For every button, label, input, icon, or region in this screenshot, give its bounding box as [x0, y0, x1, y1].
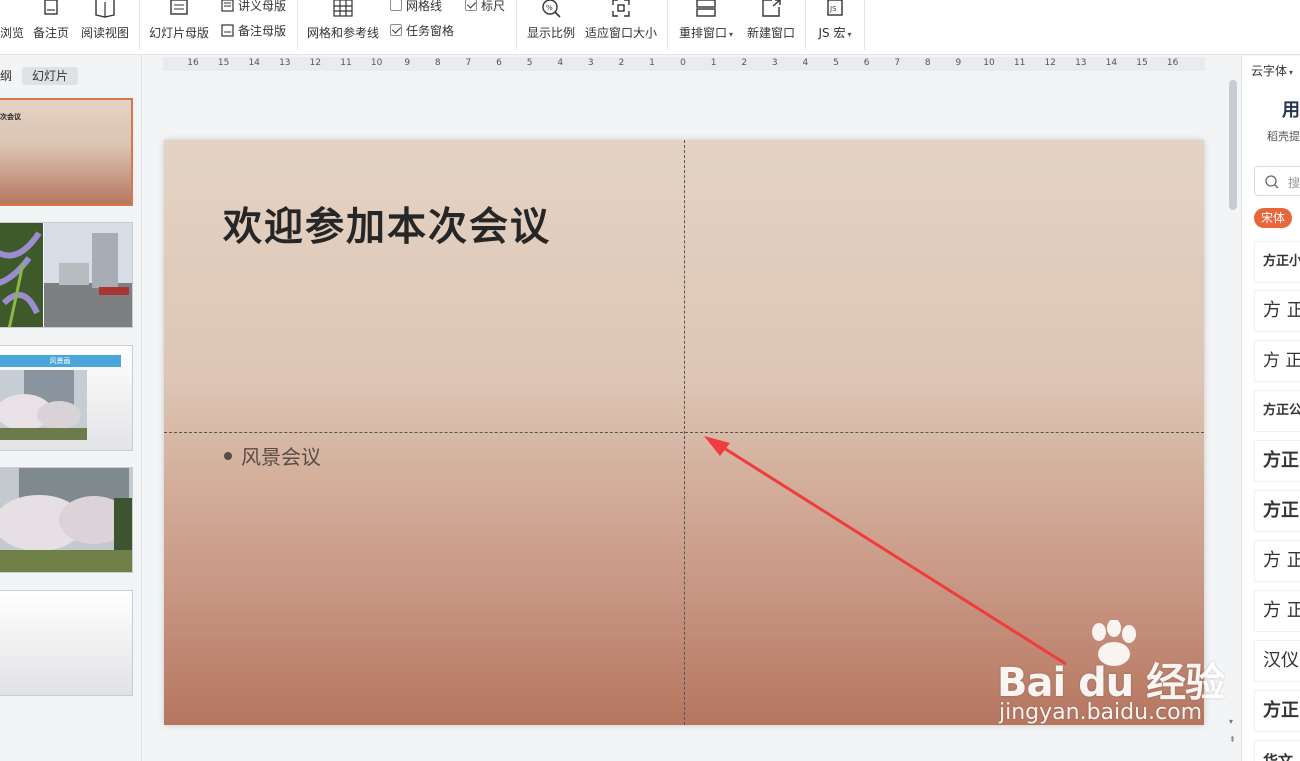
- search-placeholder: 搜: [1288, 176, 1300, 190]
- font-item[interactable]: 方 正: [1254, 290, 1300, 332]
- font-tag-songti[interactable]: 宋体: [1254, 208, 1293, 228]
- watermark-url: jingyan.baidu.com: [999, 700, 1203, 725]
- font-item[interactable]: 方正: [1254, 490, 1300, 532]
- panel-heading: 用: [1282, 100, 1300, 121]
- page-up-icon[interactable]: ⇞: [1229, 735, 1236, 744]
- font-item[interactable]: 方 正: [1254, 340, 1300, 382]
- font-item[interactable]: 方正小: [1254, 241, 1300, 283]
- font-item[interactable]: 汉仪: [1254, 640, 1300, 682]
- caret-down-icon: ▾: [1289, 68, 1294, 77]
- baidu-watermark: Bai du 经验 jingyan.baidu.com: [995, 620, 1230, 730]
- panel-subheading: 稻壳提: [1267, 130, 1300, 143]
- font-search-input[interactable]: 搜: [1254, 166, 1300, 196]
- search-icon: [1265, 175, 1279, 189]
- font-item[interactable]: 华文: [1254, 740, 1300, 761]
- font-item[interactable]: 方正公: [1254, 390, 1300, 432]
- cloud-font-dropdown[interactable]: 云字体 ▾: [1251, 62, 1293, 79]
- scrollbar-thumb[interactable]: [1229, 80, 1237, 210]
- font-item[interactable]: 方正: [1254, 690, 1300, 732]
- font-panel: 云字体▾ 用 稻壳提 搜 宋体 方正小 方 正 方 正 方正公 方正 方正 方 …: [1241, 56, 1300, 761]
- font-item[interactable]: 方 正: [1254, 540, 1300, 582]
- font-item[interactable]: 方 正: [1254, 590, 1300, 632]
- font-item[interactable]: 方正: [1254, 440, 1300, 482]
